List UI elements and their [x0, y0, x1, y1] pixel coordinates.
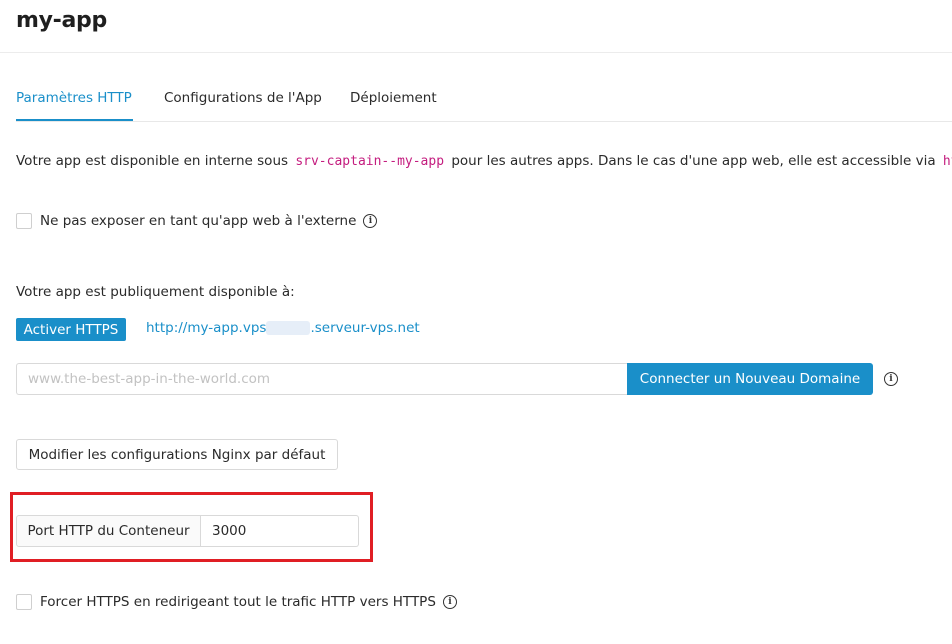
public-url-part1: http://my-app.vps [146, 320, 267, 336]
info-icon[interactable]: i [363, 214, 378, 228]
edit-nginx-config-button[interactable]: Modifier les configurations Nginx par dé… [16, 439, 338, 470]
tab-http-settings[interactable]: Paramètres HTTP [16, 90, 132, 106]
info-icon[interactable]: i [884, 372, 898, 386]
tab-deployment[interactable]: Déploiement [350, 90, 437, 106]
force-https-checkbox[interactable] [16, 594, 32, 610]
domain-input[interactable] [16, 363, 627, 395]
internal-service-name: srv-captain--my-app [295, 154, 445, 169]
redacted-mask [266, 321, 311, 335]
force-https-label[interactable]: Forcer HTTPS en redirigeant tout le traf… [40, 594, 436, 610]
public-url-part2: .serveur-vps.net [310, 320, 420, 336]
internal-availability-text: Votre app est disponible en interne sous… [16, 153, 952, 169]
internal-prefix: Votre app est disponible en interne sous [16, 153, 289, 169]
no-expose-row: Ne pas exposer en tant qu'app web à l'ex… [16, 213, 378, 229]
app-title: my-app [16, 8, 107, 33]
internal-suffix: pour les autres apps. Dans le cas d'une … [451, 153, 936, 169]
tab-bar: Paramètres HTTP Configurations de l'App … [16, 80, 952, 122]
active-tab-indicator [16, 119, 133, 121]
tab-app-configs[interactable]: Configurations de l'App [164, 90, 322, 106]
public-availability-label: Votre app est publiquement disponible à: [16, 284, 295, 300]
new-domain-group: Connecter un Nouveau Domaine [16, 363, 873, 395]
container-port-label: Port HTTP du Conteneur [16, 515, 201, 547]
no-expose-label[interactable]: Ne pas exposer en tant qu'app web à l'ex… [40, 213, 356, 229]
public-url-link[interactable]: http://my-app.vps .serveur-vps.net [146, 320, 420, 336]
app-header: my-app [0, 0, 952, 53]
internal-url-start: htt [942, 154, 952, 169]
info-icon[interactable]: i [442, 595, 457, 609]
enable-https-button[interactable]: Activer HTTPS [16, 318, 126, 341]
force-https-row: Forcer HTTPS en redirigeant tout le traf… [16, 594, 457, 610]
container-port-group: Port HTTP du Conteneur [16, 515, 359, 547]
no-expose-checkbox[interactable] [16, 213, 32, 229]
connect-domain-button[interactable]: Connecter un Nouveau Domaine [627, 363, 873, 395]
container-port-input[interactable] [201, 515, 359, 547]
